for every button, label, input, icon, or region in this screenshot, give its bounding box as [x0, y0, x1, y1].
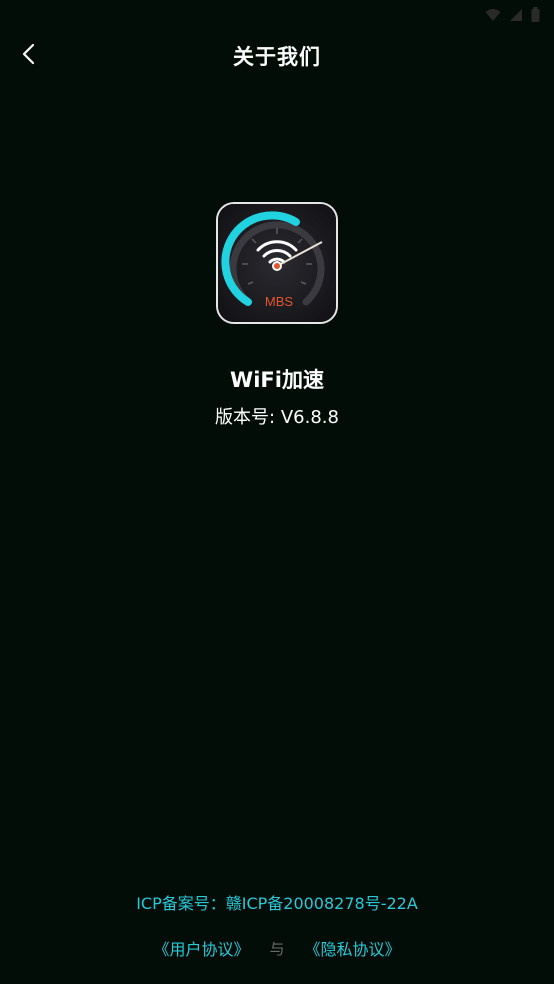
about-us-screen: 关于我们 MBS WiFi加速 版本号: V6.8.8 ICP备案号：赣ICP备…: [0, 0, 554, 984]
app-logo: MBS: [216, 202, 338, 324]
top-bar: 关于我们: [0, 30, 554, 80]
privacy-policy-link[interactable]: 《隐私协议》: [305, 936, 401, 960]
agreements-row: 《用户协议》 与 《隐私协议》: [0, 936, 554, 960]
status-bar: [0, 0, 554, 30]
speedometer-icon: MBS: [218, 204, 336, 322]
cellular-signal-icon: [510, 8, 522, 21]
logo-text: MBS: [265, 294, 294, 309]
user-agreement-link[interactable]: 《用户协议》: [153, 936, 249, 960]
app-name: WiFi加速: [230, 368, 324, 392]
status-icons: [485, 7, 540, 22]
battery-icon: [531, 7, 540, 22]
separator-text: 与: [269, 939, 285, 958]
wifi-signal-icon: [485, 8, 501, 21]
version-number: 版本号: V6.8.8: [215, 407, 339, 428]
icp-record-link[interactable]: ICP备案号：赣ICP备20008278号-22A: [0, 890, 554, 914]
page-title: 关于我们: [233, 45, 321, 69]
